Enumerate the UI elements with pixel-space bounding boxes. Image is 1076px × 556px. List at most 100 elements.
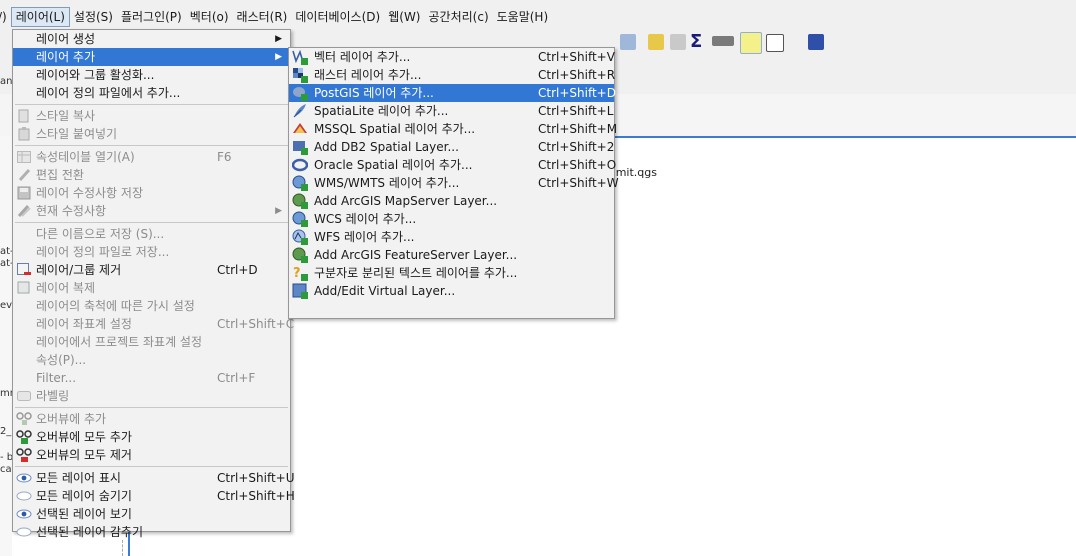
add-vector-layer-icon — [292, 49, 308, 65]
menu-shortcut: Ctrl+Shift+H — [217, 489, 295, 503]
svg-text:?: ? — [293, 266, 301, 281]
menu-item-hide-selected-layers[interactable]: 선택된 레이어 감추기 — [13, 523, 290, 541]
wms-globe-icon — [292, 175, 308, 191]
eye-closed-icon — [16, 488, 32, 504]
menu-item-add-virtual-layer[interactable]: Add/Edit Virtual Layer... — [289, 282, 614, 300]
menu-item-add-mssql-layer[interactable]: MSSQL Spatial 레이어 추가... Ctrl+Shift+M — [289, 120, 617, 138]
menu-separator — [15, 407, 288, 408]
menu-item-toggle-editing[interactable]: 편집 전환 — [13, 166, 290, 184]
menu-item-duplicate-layer[interactable]: 레이어 복제 — [13, 279, 290, 297]
menu-item-add-arcgis-featureserver-layer[interactable]: Add ArcGIS FeatureServer Layer... — [289, 246, 614, 264]
menu-processing[interactable]: 공간처리(c) — [425, 7, 493, 27]
menu-vector[interactable]: 벡터(o) — [186, 7, 233, 27]
add-layer-submenu: 벡터 레이어 추가... Ctrl+Shift+V 래스터 레이어 추가... Ct… — [288, 47, 619, 319]
menu-item-copy-style[interactable]: 스타일 복사 — [13, 107, 290, 125]
menu-item-add-all-to-overview[interactable]: 오버뷰에 모두 추가 — [13, 428, 290, 446]
menu-database[interactable]: 데이터베이스(D) — [291, 7, 384, 27]
menu-item-label: Add ArcGIS FeatureServer Layer... — [314, 248, 518, 262]
menu-item-scale-visibility[interactable]: 레이어의 축척에 따른 가시 설정 — [13, 297, 290, 315]
menu-item-labeling[interactable]: 라벨링 — [13, 387, 290, 405]
menu-item-add-layer[interactable]: 레이어 추가 ▶ — [13, 48, 290, 66]
menu-item-save-layer-edits[interactable]: 레이어 수정사항 저장 — [13, 184, 290, 202]
wcs-globe-icon — [292, 211, 308, 227]
menu-item-label: 레이어의 축척에 따른 가시 설정 — [36, 299, 195, 313]
menu-item-set-layer-crs[interactable]: 레이어 좌표계 설정 Ctrl+Shift+C — [13, 315, 294, 333]
menu-item-label: 레이어 정의 파일로 저장... — [36, 245, 170, 259]
duplicate-layer-icon — [16, 280, 32, 296]
add-raster-layer-icon — [292, 67, 308, 83]
attribute-table-icon[interactable] — [670, 34, 686, 50]
menu-item-add-to-overview[interactable]: 오버뷰에 추가 — [13, 410, 290, 428]
submenu-arrow-icon: ▶ — [275, 206, 282, 216]
menu-item-add-arcgis-mapserver-layer[interactable]: Add ArcGIS MapServer Layer... — [289, 192, 614, 210]
select-icon[interactable] — [648, 34, 664, 50]
menu-separator — [15, 145, 288, 146]
menu-item-label: 모든 레이어 숨기기 — [36, 489, 132, 503]
identify-icon[interactable] — [620, 34, 636, 50]
splitter-handle[interactable] — [122, 540, 129, 556]
menu-item-label: 속성테이블 열기(A) — [36, 150, 135, 164]
menu-item-label: 스타일 붙여넣기 — [36, 127, 118, 141]
pencil-icon — [16, 167, 32, 183]
menu-item-label: Add/Edit Virtual Layer... — [314, 284, 456, 298]
menu-item-label: WCS 레이어 추가... — [314, 212, 417, 226]
menu-item-activate-layers-groups[interactable]: 레이어와 그룹 활성화... — [13, 66, 290, 84]
menu-help[interactable]: 도움말(H) — [493, 7, 553, 27]
menu-layer[interactable]: 레이어(L) — [10, 7, 70, 27]
menu-separator — [15, 466, 288, 467]
menu-item-add-wcs-layer[interactable]: WCS 레이어 추가... — [289, 210, 614, 228]
tooltip-icon[interactable] — [740, 32, 762, 54]
menu-item-add-spatialite-layer[interactable]: SpatiaLite 레이어 추가... Ctrl+Shift+L — [289, 102, 614, 120]
menu-item-add-wms-layer[interactable]: WMS/WMTS 레이어 추가... Ctrl+Shift+W — [289, 174, 619, 192]
menu-web[interactable]: 웹(W) — [384, 7, 424, 27]
menu-item-remove-all-from-overview[interactable]: 오버뷰의 모두 제거 — [13, 446, 290, 464]
menu-settings[interactable]: 설정(S) — [70, 7, 117, 27]
current-edits-icon — [16, 203, 32, 219]
menu-item-create-layer[interactable]: 레이어 생성 ▶ — [13, 30, 290, 48]
menu-item-save-as-definition-file[interactable]: 레이어 정의 파일로 저장... — [13, 243, 290, 261]
menu-item-add-postgis-layer[interactable]: PostGIS 레이어 추가... Ctrl+Shift+D — [289, 84, 616, 102]
menu-item-paste-style[interactable]: 스타일 붙여넣기 — [13, 125, 290, 143]
menu-item-show-selected-layers[interactable]: 선택된 레이어 보기 — [13, 505, 290, 523]
layers-panel-edge: ane at- at- ev- mm 2_( - b cat — [0, 76, 19, 556]
menu-item-set-project-crs-from-layer[interactable]: 레이어에서 프로젝트 좌표계 설정 — [13, 333, 290, 351]
menu-item-label: 레이어 좌표계 설정 — [36, 317, 132, 331]
text-annotation-icon[interactable] — [766, 34, 784, 52]
menu-item-add-delimited-text-layer[interactable]: ? 구분자로 분리된 텍스트 레이어를 추가... — [289, 264, 614, 282]
menu-item-filter[interactable]: Filter... Ctrl+F — [13, 369, 290, 387]
menu-item-current-edits[interactable]: 현재 수정사항 ▶ — [13, 202, 290, 220]
attribute-table-icon — [16, 149, 32, 165]
menu-item-add-from-definition-file[interactable]: 레이어 정의 파일에서 추가... — [13, 84, 290, 102]
menu-item-add-wfs-layer[interactable]: WFS 레이어 추가... — [289, 228, 614, 246]
menu-item-label: 레이어 추가 — [36, 50, 96, 64]
menu-item-remove-layer-group[interactable]: 레이어/그룹 제거 Ctrl+D — [13, 261, 290, 279]
statistics-icon[interactable]: Σ — [690, 33, 706, 51]
menu-item-add-db2-layer[interactable]: Add DB2 Spatial Layer... Ctrl+Shift+2 — [289, 138, 614, 156]
menu-shortcut: Ctrl+Shift+D — [538, 86, 616, 100]
menu-item-label: 라벨링 — [36, 389, 70, 403]
menu-view-cut[interactable]: /) — [0, 7, 11, 27]
measure-icon[interactable] — [712, 36, 734, 46]
menu-item-add-raster-layer[interactable]: 래스터 레이어 추가... Ctrl+Shift+R — [289, 66, 615, 84]
virtual-layer-icon — [292, 283, 308, 299]
menu-item-save-as[interactable]: 다른 이름으로 저장 (S)... — [13, 225, 290, 243]
menu-item-properties[interactable]: 속성(P)... — [13, 351, 290, 369]
overview-add-all-icon — [16, 429, 32, 445]
menu-shortcut: Ctrl+F — [217, 371, 256, 385]
menu-item-label: 레이어 수정사항 저장 — [36, 186, 143, 200]
remove-layer-icon — [16, 262, 32, 278]
labeling-icon — [16, 388, 32, 404]
menu-raster[interactable]: 래스터(R) — [233, 7, 292, 27]
menu-item-add-vector-layer[interactable]: 벡터 레이어 추가... Ctrl+Shift+V — [289, 48, 615, 66]
menu-item-label: 레이어에서 프로젝트 좌표계 설정 — [36, 335, 203, 349]
menu-item-label: 다른 이름으로 저장 (S)... — [36, 227, 165, 241]
menu-item-label: 레이어와 그룹 활성화... — [36, 68, 155, 82]
menu-item-add-oracle-layer[interactable]: Oracle Spatial 레이어 추가... Ctrl+Shift+O — [289, 156, 616, 174]
help-icon[interactable] — [808, 34, 824, 50]
menu-item-show-all-layers[interactable]: 모든 레이어 표시 Ctrl+Shift+U — [13, 469, 295, 487]
menu-item-hide-all-layers[interactable]: 모든 레이어 숨기기 Ctrl+Shift+H — [13, 487, 295, 505]
menu-item-open-attribute-table[interactable]: 속성테이블 열기(A) F6 — [13, 148, 290, 166]
menu-plugins[interactable]: 플러그인(P) — [117, 7, 186, 27]
menu-item-label: Oracle Spatial 레이어 추가... — [314, 158, 473, 172]
menu-shortcut: Ctrl+Shift+L — [538, 104, 614, 118]
